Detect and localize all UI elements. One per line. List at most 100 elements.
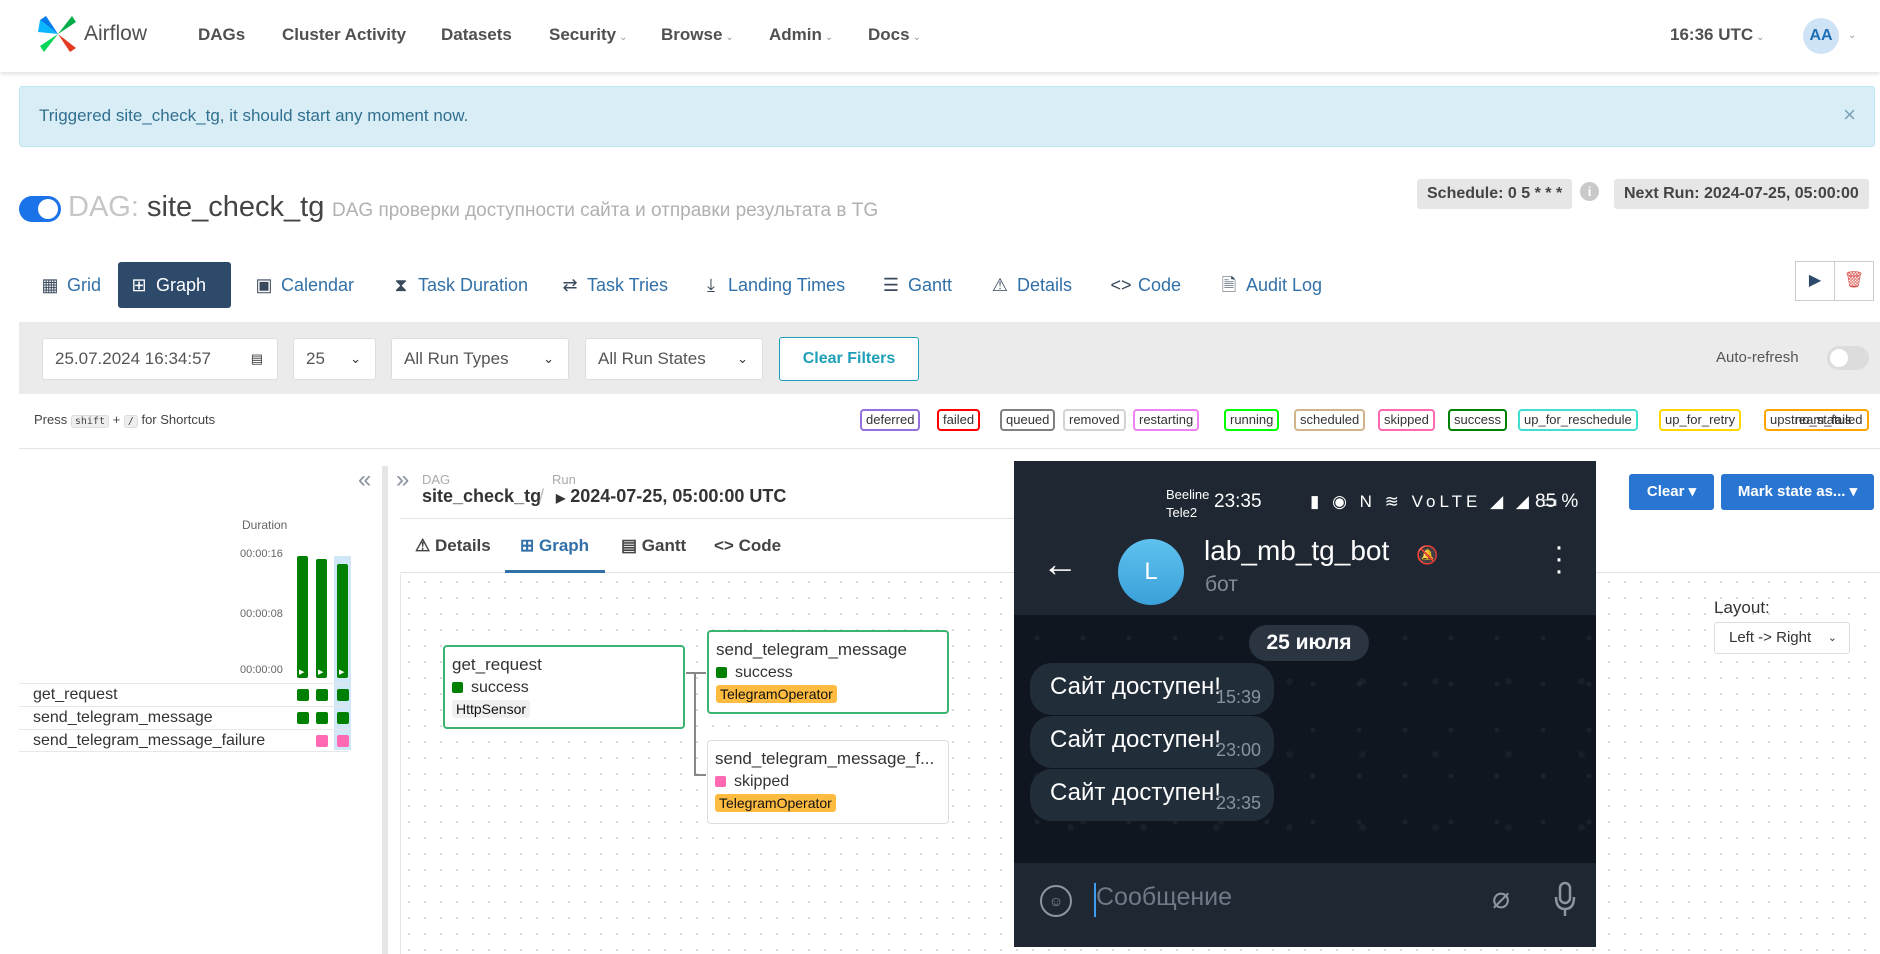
layout-select[interactable]: Left -> Right ⌄ xyxy=(1714,622,1850,654)
legend-queued[interactable]: queued xyxy=(1000,409,1056,431)
tab-graph[interactable]: ⊞ Graph xyxy=(118,262,231,308)
task-instance-cell[interactable] xyxy=(297,689,309,701)
task-instance-cell[interactable] xyxy=(337,689,349,701)
tab-audit-log[interactable]: 🗎 Audit Log xyxy=(1208,262,1334,308)
user-avatar[interactable]: AA xyxy=(1803,18,1839,54)
message-input[interactable]: Сообщение xyxy=(1096,883,1232,912)
task-node-send-telegram-message[interactable]: send_telegram_message success TelegramOp… xyxy=(707,630,949,714)
nav-docs[interactable]: Docs ⌄ xyxy=(868,25,921,45)
dag-title: site_check_tg xyxy=(147,191,325,223)
legend-restarting[interactable]: restarting xyxy=(1133,409,1200,431)
brand-name[interactable]: Airflow xyxy=(84,22,147,46)
microphone-icon[interactable] xyxy=(1554,881,1576,917)
nav-dags[interactable]: DAGs xyxy=(198,25,245,45)
tab-gantt[interactable]: ☰ Gantt xyxy=(870,262,964,308)
alert-message: Triggered site_check_tg, it should start… xyxy=(39,106,469,125)
subtab-graph[interactable]: ⊞ Graph xyxy=(520,536,589,556)
legend-up-for-reschedule[interactable]: up_for_reschedule xyxy=(1518,409,1638,431)
legend-removed[interactable]: removed xyxy=(1063,409,1126,431)
nav-admin-label: Admin xyxy=(769,25,822,44)
subtab-code[interactable]: <> Code xyxy=(714,536,781,556)
num-runs-select[interactable]: 25 ⌄ xyxy=(293,338,376,380)
legend-running[interactable]: running xyxy=(1224,409,1280,431)
carrier-name: Tele2 xyxy=(1166,505,1198,520)
nav-browse[interactable]: Browse ⌄ xyxy=(661,25,734,45)
legend-failed[interactable]: failed xyxy=(937,409,981,431)
bot-avatar[interactable]: L xyxy=(1118,539,1184,605)
info-icon[interactable]: i xyxy=(1580,182,1599,201)
message-text: Сайт доступен! xyxy=(1050,779,1221,806)
tab-details[interactable]: ⚠ Details xyxy=(979,262,1084,308)
tab-grid[interactable]: ▦ Grid xyxy=(29,262,113,308)
run-type-select[interactable]: All Run Types ⌄ xyxy=(391,338,569,380)
airflow-logo-icon[interactable] xyxy=(36,12,80,56)
autorefresh-toggle[interactable] xyxy=(1827,346,1869,370)
pane-resizer[interactable] xyxy=(382,466,388,954)
active-subtab-indicator xyxy=(505,570,605,573)
message-text: Сайт доступен! xyxy=(1050,726,1221,753)
task-instance-cell[interactable] xyxy=(297,712,309,724)
breadcrumb-separator: / xyxy=(539,486,545,506)
run-duration-bar[interactable]: ▶ xyxy=(297,556,308,678)
mark-state-button[interactable]: Mark state as... ▾ xyxy=(1721,474,1874,510)
task-node-get-request[interactable]: get_request success HttpSensor xyxy=(443,645,685,729)
nav-browse-label: Browse xyxy=(661,25,723,44)
tab-code[interactable]: <> Code xyxy=(1100,262,1193,308)
legend-scheduled[interactable]: scheduled xyxy=(1294,409,1366,431)
layout-label: Layout: xyxy=(1714,598,1770,617)
tab-audit-log-label: Audit Log xyxy=(1246,275,1323,295)
task-instance-cell[interactable] xyxy=(316,712,328,724)
filter-bar: 25.07.2024 16:34:57 ▤ 25 ⌄ All Run Types ⌄ … xyxy=(19,322,1880,394)
nav-admin[interactable]: Admin ⌄ xyxy=(769,25,833,45)
run-state-select[interactable]: All Run States ⌄ xyxy=(585,338,763,380)
more-menu-icon[interactable]: · · · xyxy=(1552,532,1566,586)
dag-pause-toggle[interactable] xyxy=(19,196,61,222)
legend-skipped[interactable]: skipped xyxy=(1378,409,1435,431)
emoji-icon[interactable]: ☺ xyxy=(1040,885,1072,917)
clear-run-button[interactable]: Clear ▾ xyxy=(1629,474,1714,510)
tab-calendar-label: Calendar xyxy=(281,275,355,295)
task-row[interactable]: send_telegram_message_failure xyxy=(19,729,349,752)
carrier-name: Beeline xyxy=(1166,487,1210,502)
utc-clock[interactable]: 16:36 UTC ⌄ xyxy=(1670,25,1765,45)
chat-message[interactable]: Сайт доступен! 15:39 xyxy=(1030,663,1274,715)
close-icon[interactable]: × xyxy=(1843,102,1856,128)
clear-filters-button[interactable]: Clear Filters xyxy=(779,337,919,381)
legend-up-for-retry[interactable]: up_for_retry xyxy=(1659,409,1742,431)
node-title: get_request xyxy=(452,655,542,674)
breadcrumb-run-label: Run xyxy=(552,472,576,487)
chat-message[interactable]: Сайт доступен! 23:35 xyxy=(1030,769,1274,821)
task-instance-cell[interactable] xyxy=(316,735,328,747)
delete-dag-button[interactable]: 🗑 xyxy=(1834,261,1874,301)
collapse-grid-icon[interactable]: « xyxy=(358,466,371,494)
expand-grid-icon[interactable]: » xyxy=(396,466,409,494)
legend-success[interactable]: success xyxy=(1448,409,1507,431)
run-duration-bar[interactable]: ▶ xyxy=(316,559,327,678)
tab-landing-times[interactable]: ⤓ Landing Times xyxy=(690,262,857,308)
nav-cluster-activity[interactable]: Cluster Activity xyxy=(282,25,406,45)
base-date-input[interactable]: 25.07.2024 16:34:57 ▤ xyxy=(42,338,278,380)
task-instance-cell[interactable] xyxy=(337,712,349,724)
task-instance-cell[interactable] xyxy=(316,689,328,701)
task-node-send-telegram-message-failure[interactable]: send_telegram_message_f... skipped Teleg… xyxy=(707,740,949,824)
run-duration-bar[interactable]: ▶ xyxy=(337,564,348,678)
trigger-dag-button[interactable]: ▶ xyxy=(1795,261,1835,301)
task-instance-cell[interactable] xyxy=(337,735,349,747)
tab-task-duration[interactable]: ⧗ Task Duration xyxy=(380,262,540,308)
trash-icon: 🗑 xyxy=(1843,272,1865,289)
subtab-details[interactable]: ⚠ Details xyxy=(415,536,491,556)
legend-deferred[interactable]: deferred xyxy=(860,409,921,431)
trigger-alert: Triggered site_check_tg, it should start… xyxy=(19,86,1875,147)
chat-message[interactable]: Сайт доступен! 23:00 xyxy=(1030,716,1274,768)
bot-name[interactable]: lab_mb_tg_bot xyxy=(1204,535,1389,567)
breadcrumb-dag[interactable]: site_check_tg xyxy=(422,486,541,507)
nav-datasets[interactable]: Datasets xyxy=(441,25,512,45)
tab-task-tries[interactable]: ⇄ Task Tries xyxy=(549,262,680,308)
back-arrow-icon[interactable]: ← xyxy=(1042,543,1078,585)
subtab-gantt[interactable]: ▤ Gantt xyxy=(621,536,686,556)
nav-security[interactable]: Security ⌄ xyxy=(549,25,627,45)
attach-icon[interactable]: ⌀ xyxy=(1492,881,1510,916)
chevron-down-icon[interactable]: ⌄ xyxy=(1848,30,1856,41)
tab-calendar[interactable]: ▣ Calendar xyxy=(243,262,366,308)
breadcrumb-run[interactable]: ▶ 2024-07-25, 05:00:00 UTC xyxy=(556,486,786,507)
